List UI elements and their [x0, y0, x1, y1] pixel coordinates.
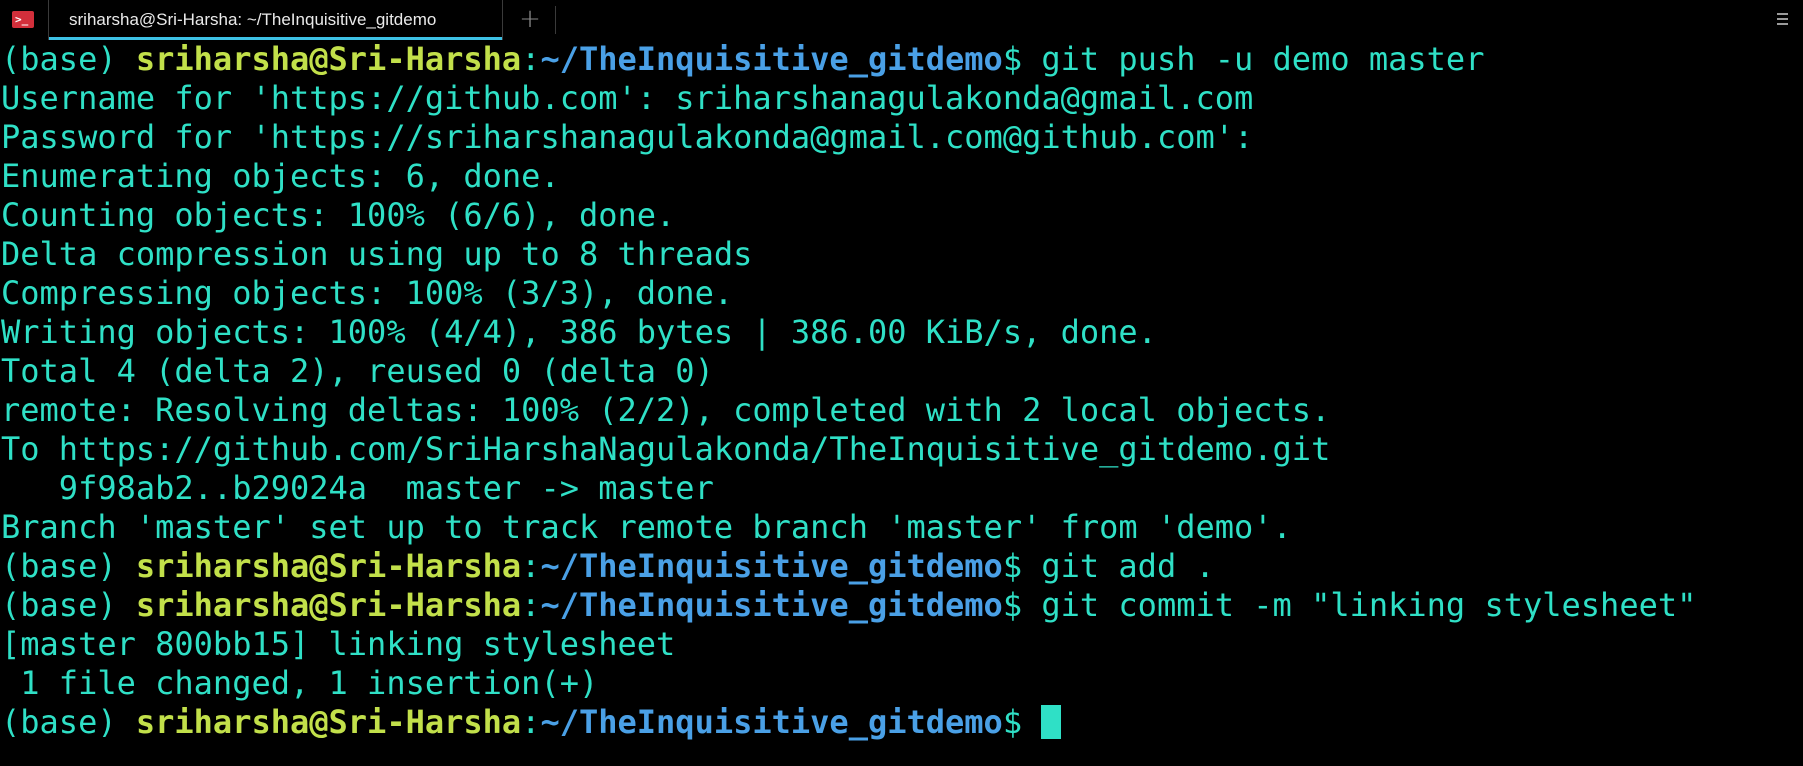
prompt-path: ~/TheInquisitive_gitdemo	[540, 40, 1003, 78]
output-line: Delta compression using up to 8 threads	[1, 235, 753, 273]
output-line: To https://github.com/SriHarshaNagulakon…	[1, 430, 1331, 468]
new-tab-button[interactable]: +	[515, 4, 545, 34]
terminal-window: >_ sriharsha@Sri-Harsha: ~/TheInquisitiv…	[0, 0, 1803, 766]
prompt-separator: :	[521, 703, 541, 741]
terminal-app-icon: >_	[12, 11, 34, 28]
command-text: git add .	[1041, 547, 1215, 585]
prompt-separator: :	[521, 586, 541, 624]
prompt-env: (base)	[1, 547, 136, 585]
prompt-path: ~/TheInquisitive_gitdemo	[540, 547, 1003, 585]
prompt-user-host: sriharsha@Sri-Harsha	[135, 547, 522, 585]
output-line: 1 file changed, 1 insertion(+)	[1, 664, 599, 702]
prompt-env: (base)	[1, 703, 136, 741]
prompt-dollar: $	[1002, 586, 1042, 624]
prompt-line: (base) sriharsha@Sri-Harsha:~/TheInquisi…	[1, 586, 1801, 625]
output-line: 9f98ab2..b29024a master -> master	[1, 469, 714, 507]
prompt-env: (base)	[1, 40, 136, 78]
prompt-user-host: sriharsha@Sri-Harsha	[135, 586, 522, 624]
command-text: git commit -m "linking stylesheet"	[1041, 586, 1697, 624]
terminal-output[interactable]: (base) sriharsha@Sri-Harsha:~/TheInquisi…	[1, 40, 1801, 766]
tab-title: sriharsha@Sri-Harsha: ~/TheInquisitive_g…	[69, 10, 437, 29]
prompt-env: (base)	[1, 586, 136, 624]
output-line: Password for 'https://sriharshanagulakon…	[1, 118, 1254, 156]
prompt-separator: :	[521, 547, 541, 585]
output-line: Counting objects: 100% (6/6), done.	[1, 196, 676, 234]
output-line: remote: Resolving deltas: 100% (2/2), co…	[1, 391, 1331, 429]
prompt-user-host: sriharsha@Sri-Harsha	[135, 40, 522, 78]
text-cursor[interactable]	[1041, 705, 1062, 739]
prompt-dollar: $	[1002, 703, 1042, 741]
prompt-path: ~/TheInquisitive_gitdemo	[540, 703, 1003, 741]
prompt-user-host: sriharsha@Sri-Harsha	[135, 703, 522, 741]
prompt-line: (base) sriharsha@Sri-Harsha:~/TheInquisi…	[1, 703, 1801, 742]
output-line: Enumerating objects: 6, done.	[1, 157, 560, 195]
output-line: Username for 'https://github.com': sriha…	[1, 79, 1254, 117]
tab-divider	[555, 6, 556, 34]
prompt-separator: :	[521, 40, 541, 78]
output-line: [master 800bb15] linking stylesheet	[1, 625, 676, 663]
terminal-tab[interactable]: sriharsha@Sri-Harsha: ~/TheInquisitive_g…	[48, 0, 503, 40]
command-text: git push -u demo master	[1041, 40, 1485, 78]
prompt-dollar: $	[1002, 547, 1042, 585]
output-line: Writing objects: 100% (4/4), 386 bytes |…	[1, 313, 1157, 351]
prompt-line: (base) sriharsha@Sri-Harsha:~/TheInquisi…	[1, 547, 1801, 586]
tab-bar: >_ sriharsha@Sri-Harsha: ~/TheInquisitiv…	[0, 0, 1803, 40]
prompt-line: (base) sriharsha@Sri-Harsha:~/TheInquisi…	[1, 40, 1801, 79]
hamburger-menu-icon[interactable]	[1777, 10, 1791, 28]
output-line: Branch 'master' set up to track remote b…	[1, 508, 1292, 546]
prompt-path: ~/TheInquisitive_gitdemo	[540, 586, 1003, 624]
prompt-dollar: $	[1002, 40, 1042, 78]
output-line: Total 4 (delta 2), reused 0 (delta 0)	[1, 352, 714, 390]
output-line: Compressing objects: 100% (3/3), done.	[1, 274, 734, 312]
